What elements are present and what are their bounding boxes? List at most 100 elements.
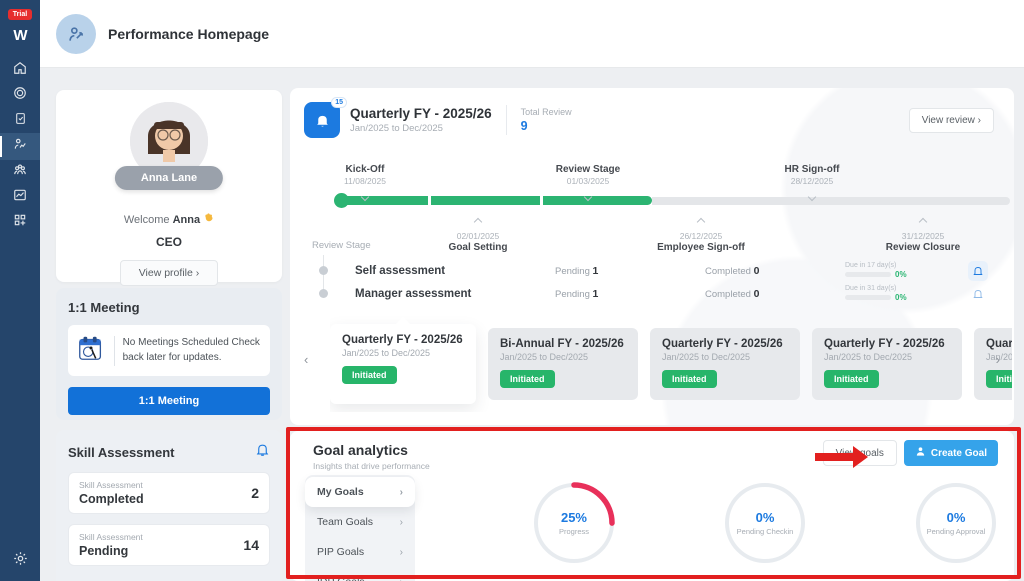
total-review-label: Total Review [521, 107, 572, 117]
review-stage-label: Review Stage [312, 240, 1002, 251]
tab-idp-goals[interactable]: IDP Goals› [305, 567, 415, 581]
performance-homepage-icon [56, 14, 96, 54]
total-review-value: 9 [521, 119, 572, 133]
skill-assessment-title: Skill Assessment [68, 445, 174, 460]
sidebar: Trial W [0, 0, 40, 581]
goal-tabs: My Goals› Team Goals› PIP Goals› IDP Goa… [305, 475, 415, 581]
sidebar-item-apps-add[interactable] [0, 210, 40, 235]
due-progress: Due in 17 day(s) 0% [845, 262, 937, 279]
chevron-down-icon [584, 193, 592, 201]
goal-analytics-card: Goal analytics Insights that drive perfo… [290, 431, 1014, 581]
clipboard-check-icon [14, 112, 27, 130]
grid-plus-icon [13, 213, 27, 232]
status-badge: Initiated [342, 366, 397, 384]
carousel-prev-button[interactable]: ‹ [304, 352, 308, 367]
profile-card: Anna Lane Welcome Anna CEO View profile … [56, 90, 282, 282]
sidebar-item-tasks[interactable] [0, 108, 40, 133]
goal-gauges: 25% Progress 0% Pending Checkin 0% Pendi… [530, 479, 1000, 567]
cycle-card-0[interactable]: Quarterly FY - 2025/26 Jan/2025 to Dec/2… [330, 324, 476, 404]
status-badge: Initiated [662, 370, 717, 388]
chevron-right-icon: › [400, 517, 403, 528]
sidebar-item-home[interactable] [0, 58, 40, 83]
skill-row-pending[interactable]: Skill Assessment Pending 14 [68, 524, 270, 566]
chevron-right-icon: › [400, 487, 403, 498]
skill-completed-count: 2 [251, 485, 259, 501]
review-cycle-title: Quarterly FY - 2025/26 [350, 106, 492, 121]
chevron-down-icon [808, 193, 816, 201]
chart-line-icon [13, 188, 27, 207]
cycle-card-2[interactable]: Quarterly FY - 2025/26 Jan/2025 to Dec/2… [650, 328, 800, 400]
performance-icon [13, 137, 27, 156]
skill-row-completed[interactable]: Skill Assessment Completed 2 [68, 472, 270, 514]
milestone-review-stage: Review Stage 01/03/2025 [533, 164, 643, 205]
view-goals-button[interactable]: View goals [823, 440, 897, 466]
trial-badge: Trial [8, 9, 32, 20]
review-bell-icon: 15 [304, 102, 340, 138]
chevron-down-icon [361, 193, 369, 201]
stage-row-manager-assessment: Manager assessment Pending 1 Completed 0… [312, 282, 1002, 305]
cycle-card-3[interactable]: Quarterly FY - 2025/26 Jan/2025 to Dec/2… [812, 328, 962, 400]
stage-row-self-assessment: Self assessment Pending 1 Completed 0 Du… [312, 259, 1002, 282]
cycle-card-4[interactable]: Quarterly FY - 2025/26 Jan/2025 to Dec/2… [974, 328, 1012, 400]
status-badge: Initiated [500, 370, 555, 388]
review-stage-block: Review Stage Self assessment Pending 1 C… [312, 240, 1002, 305]
create-goal-button[interactable]: Create Goal [904, 440, 998, 466]
skill-assessment-card: Skill Assessment Skill Assessment Comple… [56, 430, 282, 581]
status-badge: Initiated [824, 370, 879, 388]
milestone-hr-sign-off: HR Sign-off 28/12/2025 [757, 164, 867, 205]
page-header: Performance Homepage [40, 0, 1024, 68]
review-overview-card: 15 Quarterly FY - 2025/26 Jan/2025 to De… [290, 88, 1014, 425]
welcome-text: Welcome Anna [56, 212, 282, 226]
chevron-right-icon: › [978, 115, 981, 126]
meeting-empty-message: No Meetings Scheduled Check back later f… [123, 336, 262, 365]
sidebar-item-target[interactable] [0, 83, 40, 108]
divider [114, 336, 115, 366]
tab-pip-goals[interactable]: PIP Goals› [305, 537, 415, 567]
meeting-title: 1:1 Meeting [68, 300, 270, 315]
cycle-card-1[interactable]: Bi-Annual FY - 2025/26 Jan/2025 to Dec/2… [488, 328, 638, 400]
notify-bell-icon[interactable] [968, 261, 988, 281]
bell-icon[interactable] [255, 442, 270, 462]
progress-bar [845, 295, 891, 300]
review-cycle-range: Jan/2025 to Dec/2025 [350, 123, 492, 134]
timeline-segment [431, 196, 540, 205]
carousel-next-button[interactable]: › [996, 352, 1000, 367]
chevron-right-icon: › [400, 577, 403, 581]
sidebar-item-performance[interactable] [0, 133, 40, 160]
view-profile-button[interactable]: View profile › [120, 260, 219, 286]
chevron-up-icon [474, 218, 482, 226]
calendar-illustration-icon [76, 333, 106, 368]
notify-bell-icon[interactable] [968, 284, 988, 304]
chevron-right-icon: › [196, 267, 200, 279]
review-badge-count: 15 [331, 97, 347, 108]
review-cycles-carousel: ‹ Quarterly FY - 2025/26 Jan/2025 to Dec… [290, 310, 1014, 414]
target-icon [13, 86, 27, 105]
progress-bar [845, 272, 891, 277]
chevron-up-icon [919, 218, 927, 226]
gauge-pending-checkin: 0% Pending Checkin [721, 479, 809, 567]
waving-hand-icon [203, 214, 214, 226]
stage-dot-icon [319, 266, 328, 275]
meeting-empty-state: No Meetings Scheduled Check back later f… [68, 325, 270, 376]
milestone-kick-off: Kick-Off 11/08/2025 [310, 164, 420, 205]
meeting-card: 1:1 Meeting No Meetings Scheduled Check … [56, 288, 282, 420]
sidebar-item-team[interactable] [0, 160, 40, 185]
gauge-pending-approval: 0% Pending Approval [912, 479, 1000, 567]
goal-analytics-subtitle: Insights that drive performance [313, 461, 430, 471]
status-badge: Initiated [986, 370, 1012, 388]
page-title: Performance Homepage [108, 26, 269, 42]
tab-my-goals[interactable]: My Goals› [305, 477, 415, 507]
meeting-button[interactable]: 1:1 Meeting [68, 387, 270, 415]
profile-name: Anna Lane [115, 166, 223, 190]
goal-analytics-title: Goal analytics [313, 442, 408, 458]
sidebar-item-analytics[interactable] [0, 185, 40, 210]
view-review-button[interactable]: View review › [909, 108, 994, 133]
gear-icon [13, 551, 28, 571]
sidebar-item-settings[interactable] [0, 551, 40, 571]
divider [506, 105, 507, 135]
chevron-up-icon [697, 218, 705, 226]
profile-role: CEO [56, 235, 282, 249]
team-icon [13, 163, 27, 182]
tab-team-goals[interactable]: Team Goals› [305, 507, 415, 537]
app-logo[interactable]: W [13, 27, 26, 44]
